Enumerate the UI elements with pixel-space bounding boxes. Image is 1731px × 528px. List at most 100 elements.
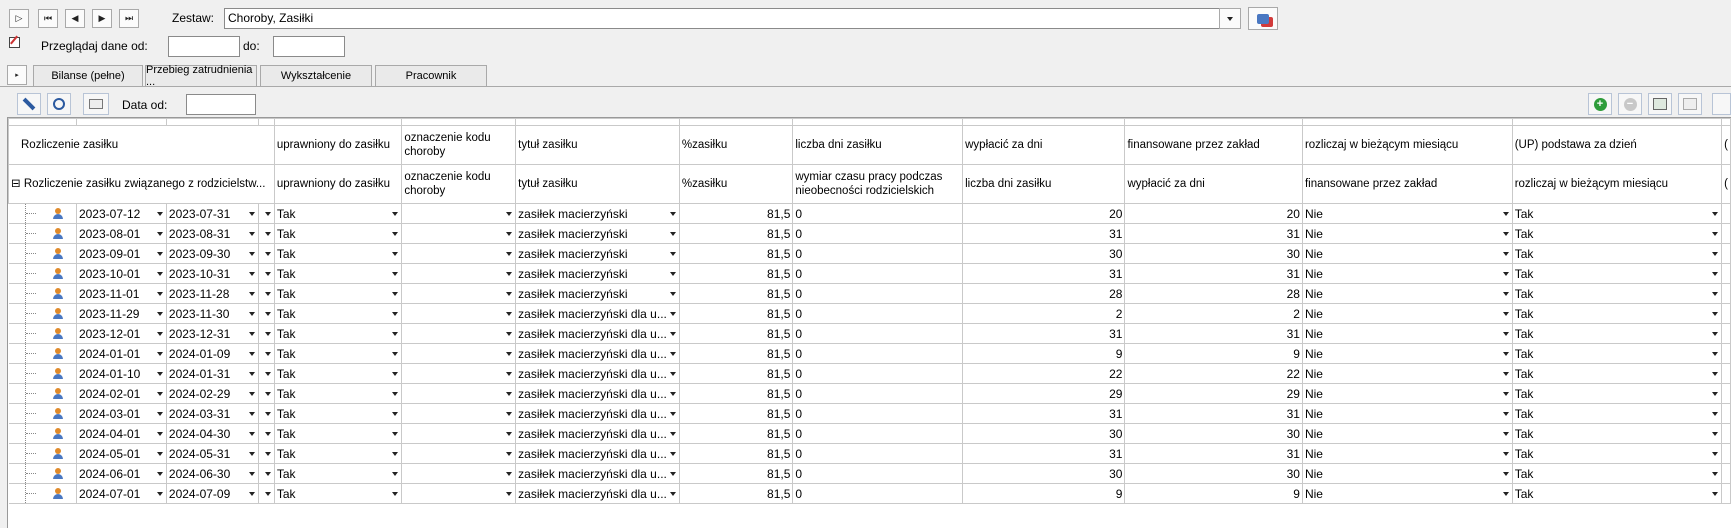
- tab-pracownik[interactable]: Pracownik: [375, 65, 487, 86]
- col-sub-oznaczenie[interactable]: oznaczenie kodu choroby: [401, 164, 517, 204]
- cell-row-dropdown[interactable]: [257, 483, 275, 504]
- cell-pct[interactable]: 81,5: [678, 343, 794, 364]
- cell-finansowane[interactable]: Nie: [1301, 403, 1513, 424]
- cell-pct[interactable]: 81,5: [678, 443, 794, 464]
- zestaw-dropdown-button[interactable]: [1219, 8, 1241, 29]
- cell-uprawniony[interactable]: Tak: [273, 263, 403, 284]
- col-sub-pct[interactable]: %zasiłku: [678, 164, 794, 204]
- cell-row-dropdown[interactable]: [257, 223, 275, 244]
- next-record-button[interactable]: ▶: [92, 9, 112, 28]
- cell-uprawniony[interactable]: Tak: [273, 403, 403, 424]
- cell-uprawniony[interactable]: Tak: [273, 443, 403, 464]
- col-header-rozliczenie[interactable]: Rozliczenie zasiłku: [8, 125, 275, 165]
- last-record-button[interactable]: ⏭: [119, 9, 139, 28]
- cell-uprawniony[interactable]: Tak: [273, 383, 403, 404]
- cell-liczba-dni[interactable]: 31: [962, 443, 1126, 464]
- cell-liczba-dni[interactable]: 9: [962, 483, 1126, 504]
- cell-rozliczaj[interactable]: Tak: [1511, 243, 1723, 264]
- cell-uprawniony[interactable]: Tak: [273, 323, 403, 344]
- cell-wymiar[interactable]: 0: [792, 203, 964, 224]
- collapse-icon[interactable]: ⊟: [11, 178, 24, 190]
- cell-rozliczaj[interactable]: Tak: [1511, 343, 1723, 364]
- cell-uprawniony[interactable]: Tak: [273, 343, 403, 364]
- table-row[interactable]: 2023-10-01 2023-10-31 Tak zasiłek macierzyń…: [8, 263, 1731, 284]
- cell-date-to[interactable]: 2024-01-09: [165, 343, 259, 364]
- cell-pct[interactable]: 81,5: [678, 243, 794, 264]
- cell-extra[interactable]: [1721, 223, 1731, 244]
- cell-oznaczenie[interactable]: [401, 303, 517, 324]
- cell-row-dropdown[interactable]: [257, 463, 275, 484]
- new-record-button[interactable]: ▷: [9, 9, 29, 28]
- zestaw-select[interactable]: Choroby, Zasiłki: [224, 8, 1220, 29]
- cell-row-dropdown[interactable]: [257, 423, 275, 444]
- cell-oznaczenie[interactable]: [401, 483, 517, 504]
- cell-oznaczenie[interactable]: [401, 263, 517, 284]
- cell-pct[interactable]: 81,5: [678, 423, 794, 444]
- col-header-tytul[interactable]: tytuł zasiłku: [515, 125, 680, 165]
- cell-extra[interactable]: [1721, 383, 1731, 404]
- cell-liczba-dni[interactable]: 30: [962, 463, 1126, 484]
- cell-date-from[interactable]: 2023-12-01: [75, 323, 167, 344]
- cell-date-from[interactable]: 2023-07-12: [75, 203, 167, 224]
- col-header-liczba-dni[interactable]: liczba dni zasiłku: [792, 125, 964, 165]
- cell-extra[interactable]: [1721, 323, 1731, 344]
- col-header-uprawniony[interactable]: uprawniony do zasiłku: [273, 125, 403, 165]
- cell-wymiar[interactable]: 0: [792, 263, 964, 284]
- col-sub-wymiar[interactable]: wymiar czasu pracy podczas nieobecności …: [792, 164, 964, 204]
- cell-liczba-dni[interactable]: 31: [962, 263, 1126, 284]
- table-row[interactable]: 2023-08-01 2023-08-31 Tak zasiłek macierzyń…: [8, 223, 1731, 244]
- cell-extra[interactable]: [1721, 363, 1731, 384]
- cell-extra[interactable]: [1721, 303, 1731, 324]
- cell-date-from[interactable]: 2024-04-01: [75, 423, 167, 444]
- edit-icon[interactable]: [9, 35, 20, 48]
- cell-tytul[interactable]: zasiłek macierzyński dla u...: [515, 303, 680, 324]
- cell-wyplacic[interactable]: 31: [1124, 263, 1303, 284]
- cell-finansowane[interactable]: Nie: [1301, 363, 1513, 384]
- cell-pct[interactable]: 81,5: [678, 303, 794, 324]
- cell-date-to[interactable]: 2023-12-31: [165, 323, 259, 344]
- cell-date-to[interactable]: 2024-01-31: [165, 363, 259, 384]
- cell-rozliczaj[interactable]: Tak: [1511, 203, 1723, 224]
- cell-row-dropdown[interactable]: [257, 203, 275, 224]
- col-sub-rozliczaj[interactable]: rozliczaj w bieżącym miesiącu: [1511, 164, 1723, 204]
- cell-row-dropdown[interactable]: [257, 303, 275, 324]
- cell-oznaczenie[interactable]: [401, 383, 517, 404]
- cell-row-dropdown[interactable]: [257, 323, 275, 344]
- cell-wymiar[interactable]: 0: [792, 343, 964, 364]
- tab-wyksztalcenie[interactable]: Wykształcenie: [260, 65, 372, 86]
- cell-wyplacic[interactable]: 20: [1124, 203, 1303, 224]
- cell-finansowane[interactable]: Nie: [1301, 243, 1513, 264]
- cell-finansowane[interactable]: Nie: [1301, 383, 1513, 404]
- cell-liczba-dni[interactable]: 31: [962, 403, 1126, 424]
- date-to-input[interactable]: [273, 36, 345, 57]
- col-sub-wyplacic[interactable]: wypłacić za dni: [1124, 164, 1303, 204]
- cell-date-to[interactable]: 2024-05-31: [165, 443, 259, 464]
- cell-liczba-dni[interactable]: 20: [962, 203, 1126, 224]
- cell-wymiar[interactable]: 0: [792, 443, 964, 464]
- cell-pct[interactable]: 81,5: [678, 263, 794, 284]
- cell-oznaczenie[interactable]: [401, 323, 517, 344]
- table-row[interactable]: 2023-07-12 2023-07-31 Tak zasiłek macierzyń…: [8, 203, 1731, 224]
- zestaw-settings-button[interactable]: [1248, 7, 1278, 30]
- cell-row-dropdown[interactable]: [257, 363, 275, 384]
- table-row[interactable]: 2023-09-01 2023-09-30 Tak zasiłek macierzyń…: [8, 243, 1731, 264]
- cell-tytul[interactable]: zasiłek macierzyński dla u...: [515, 463, 680, 484]
- cell-date-from[interactable]: 2024-03-01: [75, 403, 167, 424]
- cell-wyplacic[interactable]: 31: [1124, 403, 1303, 424]
- cell-wyplacic[interactable]: 9: [1124, 343, 1303, 364]
- cell-finansowane[interactable]: Nie: [1301, 263, 1513, 284]
- cell-wyplacic[interactable]: 31: [1124, 443, 1303, 464]
- cell-date-from[interactable]: 2024-05-01: [75, 443, 167, 464]
- cell-finansowane[interactable]: Nie: [1301, 203, 1513, 224]
- cell-date-from[interactable]: 2024-01-10: [75, 363, 167, 384]
- cell-extra[interactable]: [1721, 403, 1731, 424]
- cell-date-from[interactable]: 2024-06-01: [75, 463, 167, 484]
- cell-row-dropdown[interactable]: [257, 383, 275, 404]
- cell-wymiar[interactable]: 0: [792, 363, 964, 384]
- cell-uprawniony[interactable]: Tak: [273, 423, 403, 444]
- cell-finansowane[interactable]: Nie: [1301, 223, 1513, 244]
- cell-date-from[interactable]: 2023-09-01: [75, 243, 167, 264]
- table-row[interactable]: 2023-12-01 2023-12-31 Tak zasiłek macierzyń…: [8, 323, 1731, 344]
- cell-tytul[interactable]: zasiłek macierzyński dla u...: [515, 423, 680, 444]
- view-button[interactable]: [83, 93, 109, 115]
